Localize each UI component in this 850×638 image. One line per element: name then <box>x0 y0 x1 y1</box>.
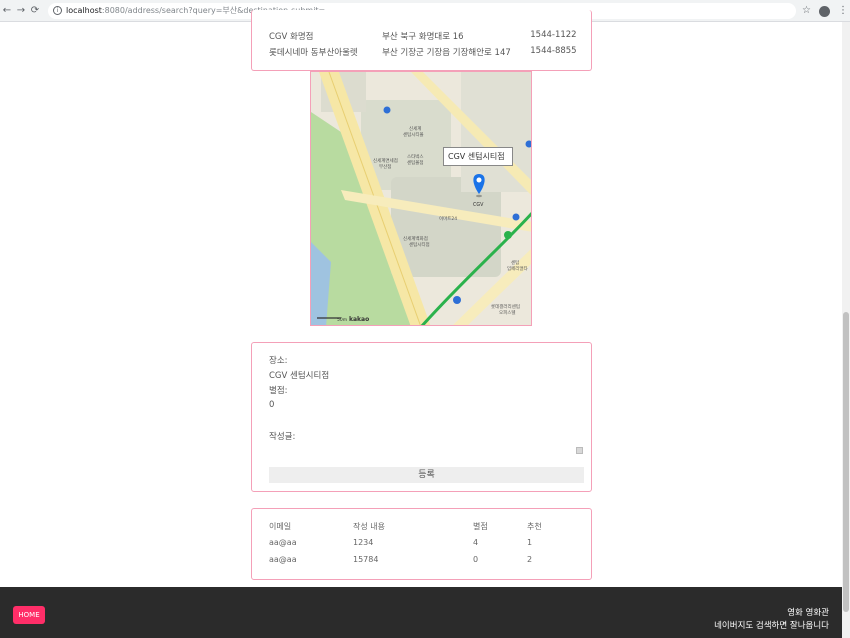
place-address: 부산 북구 화명대로 16 <box>382 32 464 42</box>
header-content: 작성 내용 <box>353 522 385 531</box>
info-window-label: CGV 센텀시티점 <box>448 152 505 161</box>
map-label-lotte: 롯데갤러리센텀 <box>491 303 520 310</box>
kakao-logo: kakao <box>349 316 369 323</box>
profile-avatar-icon[interactable] <box>818 5 830 17</box>
footer-line-1: 영화 영화관 <box>787 608 829 618</box>
rating-label: 별점: <box>269 386 288 396</box>
place-phone: 1544-8855 <box>530 46 577 56</box>
content-label: 작성글: <box>269 432 296 442</box>
cell-content: 1234 <box>353 538 374 547</box>
list-item[interactable]: CGV 화명점 부산 북구 화명대로 16 1544-1122 <box>269 30 579 44</box>
map-label-emart: 이마트24 <box>439 215 457 222</box>
table-row: aa@aa 15784 0 2 <box>269 555 579 569</box>
kakao-map[interactable]: 신세계 센텀시티몰 스타벅스 센텀몰점 신세계면세점 부산점 이마트24 신세계… <box>310 71 532 326</box>
map-label-shinsegae: 신세계 <box>409 125 421 132</box>
menu-kebab-icon[interactable]: ⋮ <box>838 5 848 17</box>
bookmark-star-icon[interactable]: ☆ <box>802 5 811 17</box>
rating-value[interactable]: 0 <box>269 400 274 410</box>
cell-recommend[interactable]: 1 <box>527 538 567 552</box>
header-recommend: 추천 <box>527 522 542 531</box>
svg-text:센텀시티점: 센텀시티점 <box>409 241 430 248</box>
svg-text:임페리얼타: 임페리얼타 <box>507 265 529 272</box>
header-rating: 별점 <box>473 522 488 531</box>
cell-rating: 0 <box>473 555 479 564</box>
review-form: 장소: CGV 센텀시티점 별점: 0 작성글: 등록 <box>251 342 592 492</box>
resize-handle-icon[interactable] <box>576 447 583 454</box>
list-item[interactable]: 롯데시네마 동부산아울렛 부산 기장군 기장읍 기장해안로 147 1544-8… <box>269 46 579 60</box>
map-scale: 50m <box>337 317 347 323</box>
cell-recommend[interactable]: 2 <box>527 555 567 569</box>
cell-email: aa@aa <box>269 538 297 547</box>
map-label-dept: 신세계백화점 <box>403 235 428 242</box>
map-info-window[interactable]: CGV 센텀시티점 <box>443 147 513 166</box>
table-row: aa@aa 1234 4 1 <box>269 538 579 552</box>
svg-text:오피스텔: 오피스텔 <box>499 309 516 316</box>
header-email: 이메일 <box>269 522 292 531</box>
svg-text:센텀몰점: 센텀몰점 <box>407 159 424 166</box>
footer-line-2: 네이버지도 검색하면 잘나옵니다 <box>714 621 829 631</box>
map-label-starbucks: 스타벅스 <box>407 153 424 160</box>
place-label: 장소: <box>269 356 288 366</box>
map-canvas[interactable]: 신세계 센텀시티몰 스타벅스 센텀몰점 신세계면세점 부산점 이마트24 신세계… <box>311 72 532 326</box>
place-name: 롯데시네마 동부산아울렛 <box>269 48 358 58</box>
cell-rating: 4 <box>473 538 479 547</box>
places-list: CGV 화명점 부산 북구 화명대로 16 1544-1122 롯데시네마 동부… <box>251 10 592 71</box>
map-label-dutyfree: 신세계면세점 <box>373 157 398 164</box>
reviews-table: 이메일 작성 내용 별점 추천 aa@aa 1234 4 1 aa@aa 157… <box>251 508 592 580</box>
page-scrollbar[interactable] <box>842 22 850 638</box>
reload-icon[interactable]: ⟳ <box>28 0 42 22</box>
cell-email: aa@aa <box>269 555 297 564</box>
back-icon[interactable]: ← <box>0 0 14 22</box>
content-textarea[interactable] <box>269 442 583 456</box>
info-icon[interactable]: i <box>53 6 62 15</box>
url-host: localhost <box>66 6 102 15</box>
scrollbar-thumb[interactable] <box>843 312 849 612</box>
place-phone: 1544-1122 <box>530 30 577 40</box>
svg-text:센텀시티몰: 센텀시티몰 <box>403 131 424 138</box>
cell-content: 15784 <box>353 555 379 564</box>
place-value: CGV 센텀시티점 <box>269 371 330 381</box>
forward-icon[interactable]: → <box>14 0 28 22</box>
svg-text:부산점: 부산점 <box>379 163 391 170</box>
place-name: CGV 화명점 <box>269 32 314 42</box>
place-address: 부산 기장군 기장읍 기장해안로 147 <box>382 48 511 58</box>
submit-button[interactable]: 등록 <box>269 467 584 483</box>
marker-sub-label: CGV <box>473 202 484 208</box>
page-footer: HOME 영화 영화관 네이버지도 검색하면 잘나옵니다 <box>0 587 842 638</box>
table-header: 이메일 작성 내용 별점 추천 <box>269 521 579 535</box>
map-label-centum: 센텀 <box>511 259 519 266</box>
home-button[interactable]: HOME <box>13 606 45 624</box>
